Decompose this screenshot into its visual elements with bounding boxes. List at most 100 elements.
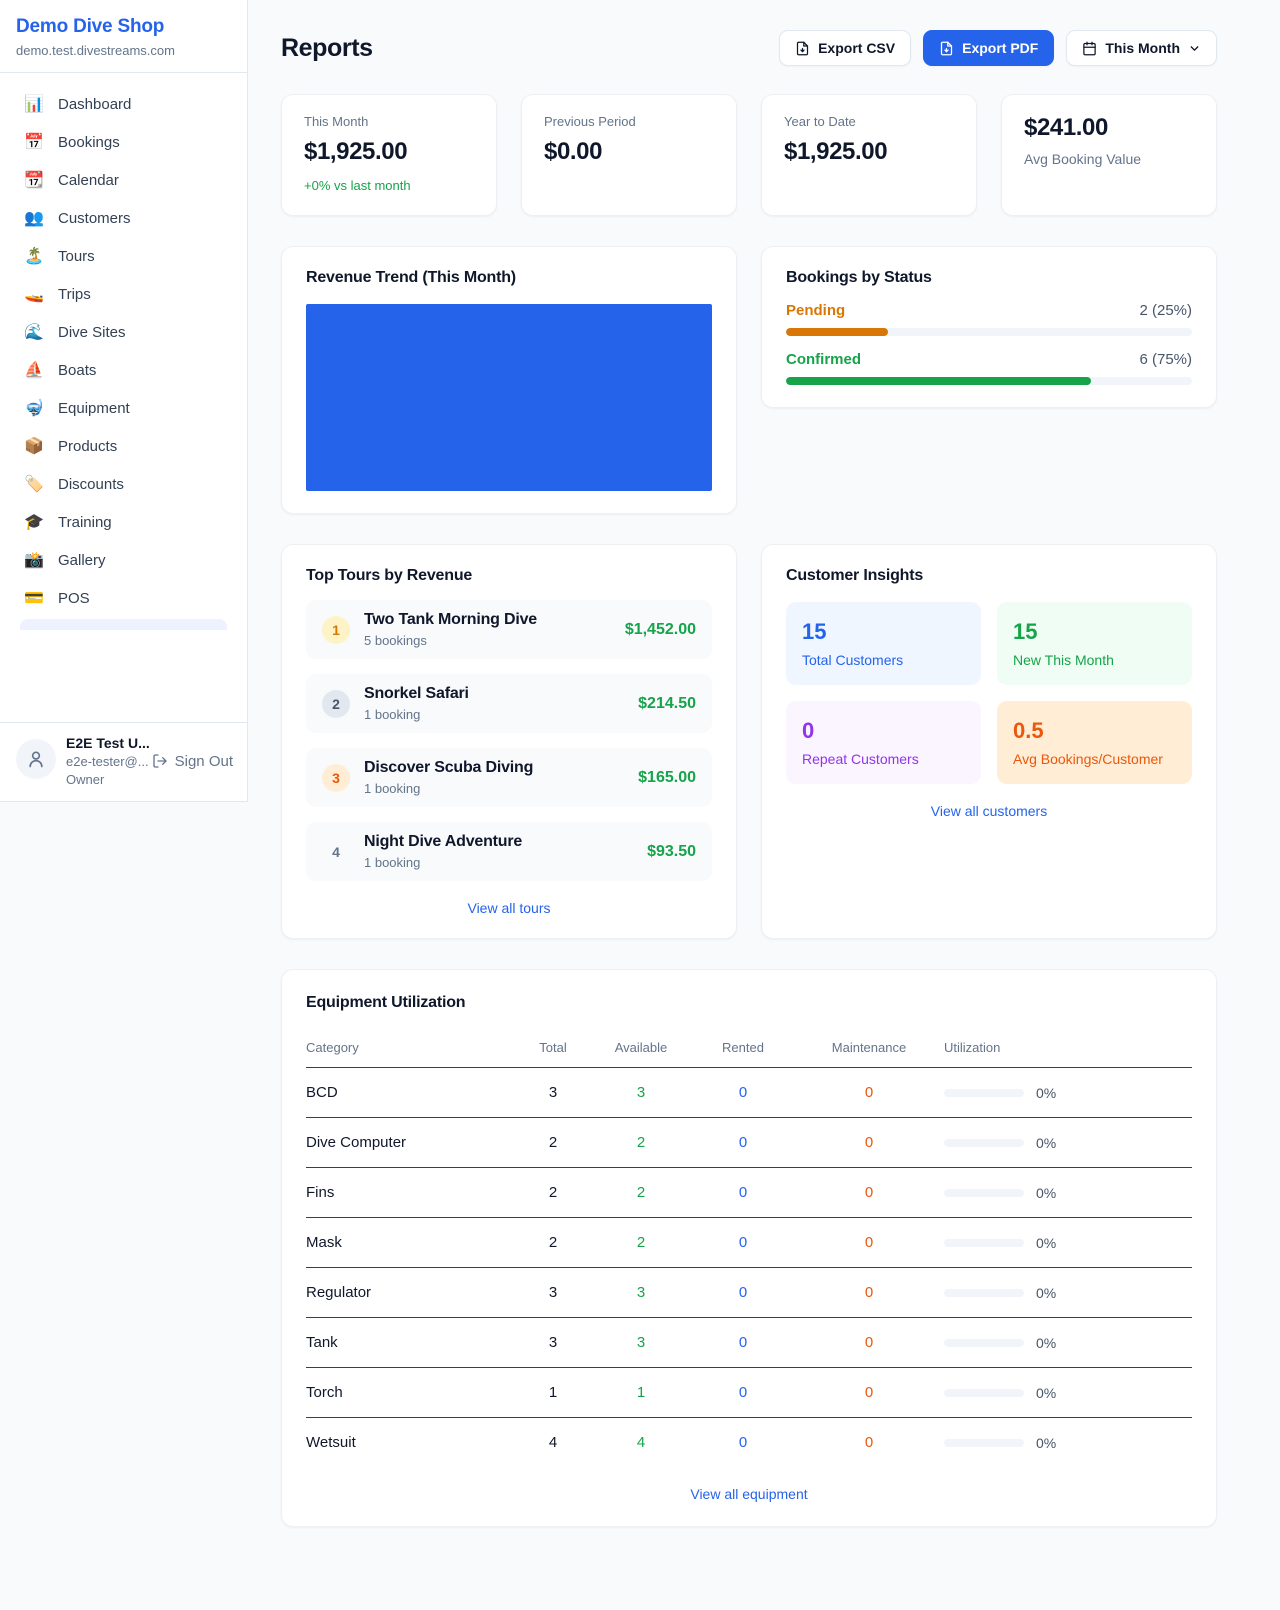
column-header-available: Available — [590, 1028, 692, 1068]
sidebar-item-label: Gallery — [58, 552, 106, 569]
stat-card-year-to-date: Year to Date $1,925.00 — [761, 94, 977, 216]
sidebar-item-discounts[interactable]: 🏷️ Discounts — [10, 467, 237, 502]
rented-cell: 0 — [692, 1368, 794, 1418]
sailboat-icon: ⛵ — [24, 363, 44, 379]
customers-icon: 👥 — [24, 211, 44, 227]
sidebar-item-customers[interactable]: 👥 Customers — [10, 201, 237, 236]
sidebar-item-equipment[interactable]: 🤿 Equipment — [10, 391, 237, 426]
tile-label: Total Customers — [802, 652, 965, 668]
sign-out-label: Sign Out — [175, 753, 233, 770]
rented-cell: 0 — [692, 1318, 794, 1368]
utilization-cell: 0% — [944, 1418, 1192, 1468]
insight-tiles: 15 Total Customers 15 New This Month 0 R… — [786, 602, 1192, 784]
sidebar-item-label: Boats — [58, 362, 96, 379]
utilization-percent: 0% — [1036, 1435, 1056, 1451]
sidebar-item-tours[interactable]: 🏝️ Tours — [10, 239, 237, 274]
stat-label: Avg Booking Value — [1024, 151, 1194, 167]
sidebar-item-label: Equipment — [58, 400, 130, 417]
sidebar-item-calendar[interactable]: 📆 Calendar — [10, 163, 237, 198]
available-cell: 4 — [590, 1418, 692, 1468]
sidebar-item-label: Training — [58, 514, 112, 531]
export-pdf-button[interactable]: Export PDF — [923, 30, 1054, 66]
export-csv-button[interactable]: Export CSV — [779, 30, 911, 66]
tag-icon: 🏷️ — [24, 477, 44, 493]
view-all-equipment-link[interactable]: View all equipment — [306, 1486, 1192, 1502]
equipment-table-body: BCD33000%Dive Computer22000%Fins22000%Ma… — [306, 1068, 1192, 1468]
card-title: Equipment Utilization — [306, 994, 1192, 1012]
rank-badge: 3 — [322, 764, 350, 792]
sidebar: Demo Dive Shop demo.test.divestreams.com… — [0, 0, 248, 802]
maintenance-cell: 0 — [794, 1218, 944, 1268]
sidebar-item-dashboard[interactable]: 📊 Dashboard — [10, 87, 237, 122]
tour-revenue: $93.50 — [647, 843, 696, 861]
utilization-cell: 0% — [944, 1168, 1192, 1218]
table-row: Wetsuit44000% — [306, 1418, 1192, 1468]
table-header-row: Category Total Available Rented Maintena… — [306, 1028, 1192, 1068]
sidebar-item-pos[interactable]: 💳 POS — [10, 581, 237, 616]
utilization-bar — [944, 1339, 1024, 1347]
status-label: Confirmed — [786, 351, 861, 368]
sidebar-item-reports-partial[interactable] — [20, 619, 227, 630]
sidebar-item-dive-sites[interactable]: 🌊 Dive Sites — [10, 315, 237, 350]
maintenance-cell: 0 — [794, 1168, 944, 1218]
available-cell: 3 — [590, 1318, 692, 1368]
sidebar-item-label: POS — [58, 590, 90, 607]
total-cell: 3 — [516, 1318, 590, 1368]
utilization-percent: 0% — [1036, 1085, 1056, 1101]
dashboard-icon: 📊 — [24, 97, 44, 113]
sidebar-item-products[interactable]: 📦 Products — [10, 429, 237, 464]
rank-badge: 2 — [322, 690, 350, 718]
rented-cell: 0 — [692, 1118, 794, 1168]
view-all-customers-link[interactable]: View all customers — [786, 803, 1192, 819]
period-selector[interactable]: This Month — [1066, 30, 1217, 66]
category-cell: Tank — [306, 1318, 516, 1368]
shop-name: Demo Dive Shop — [16, 16, 231, 38]
category-cell: Torch — [306, 1368, 516, 1418]
status-row-confirmed: Confirmed 6 (75%) — [786, 351, 1192, 385]
revenue-trend-card: Revenue Trend (This Month) — [281, 246, 737, 514]
stat-label: Previous Period — [544, 114, 714, 129]
utilization-cell: 0% — [944, 1368, 1192, 1418]
utilization-bar — [944, 1439, 1024, 1447]
total-cell: 2 — [516, 1218, 590, 1268]
progress-track — [786, 377, 1192, 385]
stat-card-previous-period: Previous Period $0.00 — [521, 94, 737, 216]
utilization-bar — [944, 1089, 1024, 1097]
user-avatar — [16, 739, 56, 779]
tour-bookings: 1 booking — [364, 707, 469, 722]
column-header-utilization: Utilization — [944, 1028, 1192, 1068]
tour-bookings: 5 bookings — [364, 633, 537, 648]
progress-fill — [786, 377, 1091, 385]
utilization-cell: 0% — [944, 1218, 1192, 1268]
maintenance-cell: 0 — [794, 1068, 944, 1118]
insight-tile-new-this-month: 15 New This Month — [997, 602, 1192, 685]
bookings-calendar-icon: 📅 — [24, 135, 44, 151]
list-item: 1 Two Tank Morning Dive 5 bookings $1,45… — [306, 600, 712, 659]
progress-fill — [786, 328, 888, 336]
header-actions: Export CSV Export PDF This Month — [779, 30, 1217, 66]
table-row: Regulator33000% — [306, 1268, 1192, 1318]
sidebar-item-label: Customers — [58, 210, 131, 227]
utilization-bar — [944, 1239, 1024, 1247]
sidebar-item-bookings[interactable]: 📅 Bookings — [10, 125, 237, 160]
sidebar-item-training[interactable]: 🎓 Training — [10, 505, 237, 540]
user-panel: E2E Test U... e2e-tester@... Owner Sign … — [0, 722, 247, 801]
export-pdf-label: Export PDF — [962, 40, 1038, 56]
tour-revenue: $214.50 — [638, 695, 696, 713]
total-cell: 1 — [516, 1368, 590, 1418]
graduation-cap-icon: 🎓 — [24, 515, 44, 531]
file-download-icon — [795, 41, 810, 56]
sidebar-item-label: Discounts — [58, 476, 124, 493]
view-all-tours-link[interactable]: View all tours — [306, 900, 712, 916]
sidebar-item-boats[interactable]: ⛵ Boats — [10, 353, 237, 388]
status-count: 2 (25%) — [1139, 302, 1192, 319]
chevron-down-icon — [1188, 42, 1201, 55]
utilization-bar — [944, 1189, 1024, 1197]
utilization-percent: 0% — [1036, 1185, 1056, 1201]
stat-cards: This Month $1,925.00 +0% vs last month P… — [281, 94, 1217, 216]
status-label: Pending — [786, 302, 845, 319]
sign-out-button[interactable]: Sign Out — [152, 753, 233, 770]
sidebar-item-trips[interactable]: 🚤 Trips — [10, 277, 237, 312]
utilization-percent: 0% — [1036, 1335, 1056, 1351]
sidebar-item-gallery[interactable]: 📸 Gallery — [10, 543, 237, 578]
